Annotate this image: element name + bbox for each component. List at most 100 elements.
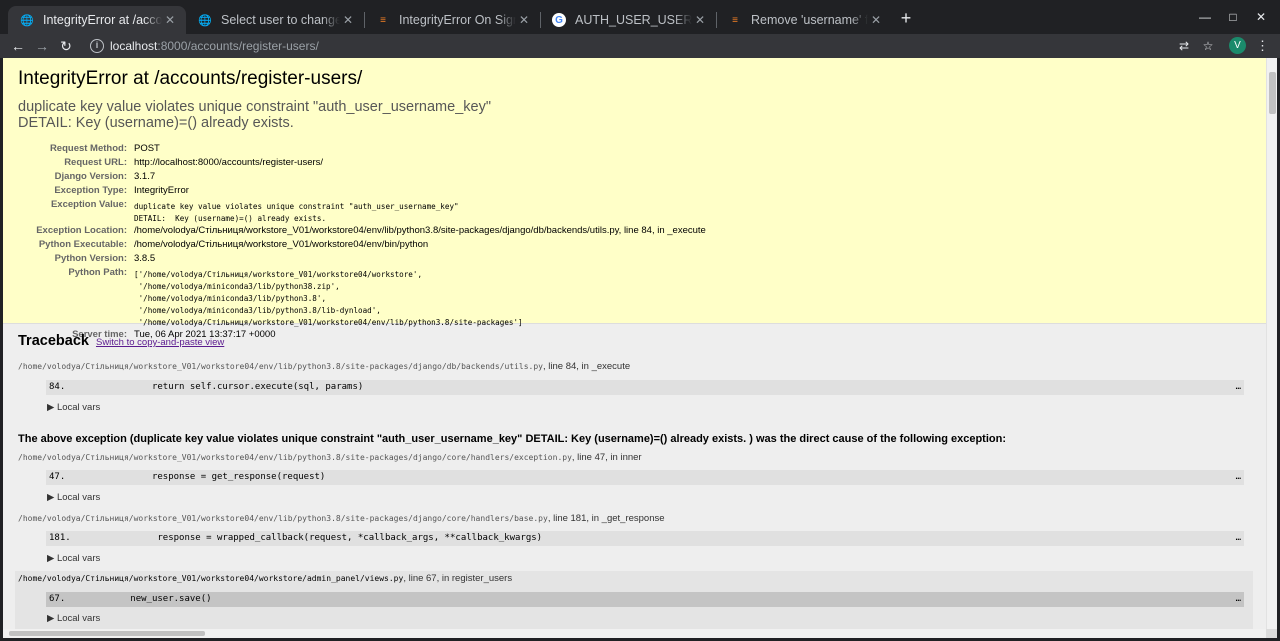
tab-title: Remove 'username' field [751, 13, 868, 27]
meta-label: Python Version: [54, 253, 127, 264]
meta-label: Exception Value: [50, 199, 127, 210]
page-viewport: IntegrityError at /accounts/register-use… [3, 58, 1277, 638]
tab-title: Select user to change | Django [221, 13, 340, 27]
horizontal-scrollbar[interactable] [3, 629, 1266, 638]
frame-path: /home/volodya/Стільниця/workstore_V01/wo… [18, 453, 572, 462]
close-icon[interactable]: ✕ [692, 13, 708, 27]
browser-toolbar: ← → ↻ i localhost:8000/accounts/register… [0, 34, 1280, 58]
context-line[interactable]: 47. response = get_response(request) … [46, 470, 1244, 485]
reload-button[interactable]: ↻ [56, 36, 76, 56]
context-line[interactable]: 84. return self.cursor.execute(sql, para… [46, 380, 1244, 395]
expand-context-button[interactable]: … [1236, 380, 1241, 395]
meta-value: POST [134, 143, 160, 154]
local-vars-toggle[interactable]: ▶ Local vars [47, 553, 100, 564]
star-icon[interactable]: ☆ [1200, 38, 1216, 54]
close-icon[interactable]: ✕ [162, 13, 178, 27]
code-text: response = get_response(request) [65, 472, 326, 482]
meta-row: Django Version: 3.1.7 [18, 171, 706, 185]
vertical-scrollbar[interactable] [1266, 58, 1277, 638]
tab-auth-user-username[interactable]: G AUTH_USER_USERNAME_ ✕ [540, 6, 716, 34]
scrollbar-corner [1266, 629, 1277, 638]
meta-value: 3.1.7 [134, 171, 156, 182]
meta-label: Python Path: [68, 267, 127, 278]
traceback-title: Traceback [18, 333, 89, 349]
line-number: 67. [49, 594, 66, 604]
globe-icon: 🌐 [198, 14, 212, 27]
context-line[interactable]: 67. new_user.save() … [46, 592, 1244, 607]
switch-view-link[interactable]: Switch to copy-and-paste view [96, 337, 224, 348]
expand-context-button[interactable]: … [1236, 592, 1241, 607]
tab-integrity-signup[interactable]: ≡ IntegrityError On SignUp ✕ [364, 6, 540, 34]
frame-path: /home/volodya/Стільниця/workstore_V01/wo… [18, 514, 548, 523]
stackoverflow-icon: ≡ [732, 14, 738, 26]
meta-label: Django Version: [54, 171, 127, 182]
back-button[interactable]: ← [8, 36, 28, 56]
close-icon[interactable]: ✕ [340, 13, 356, 27]
minimize-button[interactable]: — [1196, 8, 1214, 26]
maximize-button[interactable]: □ [1224, 8, 1242, 26]
frame-suffix: , line 181, in _get_response [547, 513, 665, 524]
frame-file: /home/volodya/Стільниця/workstore_V01/wo… [18, 513, 665, 524]
meta-label: Python Executable: [38, 239, 127, 250]
frame-suffix: , line 67, in register_users [403, 573, 513, 584]
frame-path: /home/volodya/Стільниця/workstore_V01/wo… [18, 574, 404, 583]
translate-icon[interactable]: ⇄ [1176, 38, 1192, 54]
tab-title: IntegrityError On SignUp [399, 13, 516, 27]
avatar[interactable]: V [1229, 37, 1246, 54]
context-line[interactable]: 181. response = wrapped_callback(request… [46, 531, 1244, 546]
frame-file: /home/volodya/Стільниця/workstore_V01/wo… [18, 452, 642, 463]
meta-row: Python Version: 3.8.5 [18, 253, 706, 267]
local-vars-toggle[interactable]: ▶ Local vars [47, 402, 100, 413]
tab-remove-username[interactable]: ≡ Remove 'username' field ✕ [716, 6, 892, 34]
expand-context-button[interactable]: … [1236, 531, 1241, 546]
tab-title: AUTH_USER_USERNAME_ [575, 13, 692, 27]
meta-value: /home/volodya/Стільниця/workstore_V01/wo… [134, 225, 706, 236]
local-vars-toggle[interactable]: ▶ Local vars [47, 613, 100, 624]
local-vars-toggle[interactable]: ▶ Local vars [47, 492, 100, 503]
meta-label: Exception Location: [36, 225, 127, 236]
more-menu-icon[interactable]: ⋮ [1256, 37, 1269, 55]
line-number: 47. [49, 472, 66, 482]
meta-value: ['/home/volodya/Стільниця/workstore_V01/… [134, 270, 523, 327]
code-text: new_user.save() [65, 594, 212, 604]
tab-strip: 🌐 IntegrityError at /accounts/ ✕ 🌐 Selec… [0, 0, 1280, 34]
meta-label: Exception Type: [54, 185, 127, 196]
line-number: 181. [49, 533, 71, 543]
scrollbar-thumb[interactable] [9, 631, 205, 636]
meta-row: Request URL: http://localhost:8000/accoun… [18, 157, 706, 171]
meta-row: Exception Value: duplicate key value viol… [18, 199, 706, 225]
meta-value: /home/volodya/Стільниця/workstore_V01/wo… [134, 239, 429, 250]
meta-value: duplicate key value violates unique cons… [134, 202, 459, 223]
google-icon: G [552, 13, 566, 27]
meta-label: Request Method: [49, 143, 127, 154]
meta-row: Exception Type: IntegrityError [18, 185, 706, 199]
error-summary: IntegrityError at /accounts/register-use… [3, 58, 1266, 340]
frame-file: /home/volodya/Стільниця/workstore_V01/wo… [18, 361, 630, 372]
frame-suffix: , line 47, in inner [571, 452, 642, 463]
code-text: return self.cursor.execute(sql, params) [65, 382, 364, 392]
meta-value: IntegrityError [134, 185, 189, 196]
close-window-button[interactable]: ✕ [1252, 8, 1270, 26]
meta-row: Exception Location: /home/volodya/Стільни… [18, 225, 706, 239]
exception-message-line2: DETAIL: Key (username)=() already exists… [18, 115, 294, 131]
close-icon[interactable]: ✕ [868, 13, 884, 27]
meta-row: Python Path: ['/home/volodya/Стільниця/wo… [18, 267, 706, 329]
expand-context-button[interactable]: … [1236, 470, 1241, 485]
close-icon[interactable]: ✕ [516, 13, 532, 27]
address-bar[interactable]: i localhost:8000/accounts/register-users… [84, 35, 1168, 57]
url-host: localhost [110, 39, 158, 53]
page-title: IntegrityError at /accounts/register-use… [18, 68, 363, 89]
code-text: response = wrapped_callback(request, *ca… [70, 533, 543, 543]
request-meta-table: Request Method: POST Request URL: http://l… [18, 143, 706, 343]
url-path: :8000/accounts/register-users/ [157, 39, 319, 53]
new-tab-button[interactable]: + [896, 9, 916, 29]
tab-select-user[interactable]: 🌐 Select user to change | Django ✕ [186, 6, 364, 34]
meta-value: http://localhost:8000/accounts/register-… [134, 157, 324, 168]
info-icon[interactable]: i [90, 39, 104, 53]
tab-integrity-error[interactable]: 🌐 IntegrityError at /accounts/ ✕ [8, 6, 186, 34]
forward-button[interactable]: → [32, 36, 52, 56]
meta-label: Request URL: [64, 157, 127, 168]
meta-row: Request Method: POST [18, 143, 706, 157]
meta-value: 3.8.5 [134, 253, 156, 264]
scrollbar-thumb[interactable] [1269, 72, 1276, 114]
